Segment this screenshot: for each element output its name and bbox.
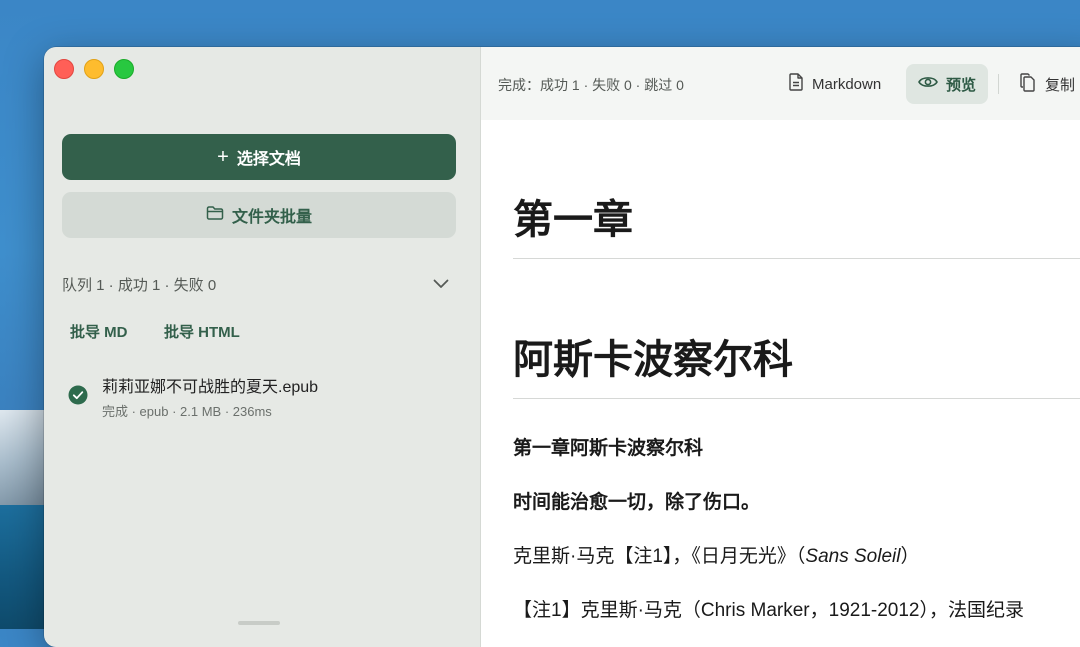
copy-icon xyxy=(1020,72,1037,96)
paragraph: 克里斯·马克【注1】，《日月无光》（Sans Soleil） xyxy=(513,541,919,568)
file-name: 莉莉亚娜不可战胜的夏天.epub xyxy=(102,379,319,396)
close-button[interactable] xyxy=(54,59,74,79)
sidebar: + 选择文档 文件夹批量 队列 1 · 成功 1 · 失败 0 批导 MD 批导… xyxy=(44,47,481,647)
heading-chapter: 第一章 xyxy=(513,198,633,242)
paragraph: 【注1】克里斯·马克（Chris Marker，1921-2012），法国纪录 xyxy=(513,600,1024,621)
select-document-label: 选择文档 xyxy=(236,151,301,168)
heading-title: 阿斯卡波察尔科 xyxy=(513,338,793,382)
check-circle-icon xyxy=(68,385,88,405)
toolbar-divider xyxy=(998,74,999,94)
preview-label: 预览 xyxy=(946,76,977,94)
list-item[interactable]: 莉莉亚娜不可战胜的夏天.epub 完成 · epub · 2.1 MB · 23… xyxy=(68,370,458,420)
paragraph-text: 克里斯·马克【注1】，《日月无光》（ xyxy=(513,546,806,567)
main-panel: 完成：成功 1 · 失败 0 · 跳过 0 Markdown 预览 复制 第一章… xyxy=(481,47,1080,647)
window-controls xyxy=(54,59,134,79)
toolbar: 完成：成功 1 · 失败 0 · 跳过 0 Markdown 预览 复制 xyxy=(481,47,1080,120)
italic-text: Sans Soleil xyxy=(805,546,901,567)
app-window: + 选择文档 文件夹批量 队列 1 · 成功 1 · 失败 0 批导 MD 批导… xyxy=(44,47,1080,647)
folder-icon xyxy=(206,205,224,226)
markdown-tab[interactable]: Markdown xyxy=(777,64,893,104)
select-document-button[interactable]: + 选择文档 xyxy=(62,134,456,180)
minimize-button[interactable] xyxy=(84,59,104,79)
paragraph-bold: 第一章阿斯卡波察尔科 xyxy=(513,438,704,459)
divider xyxy=(513,398,1080,399)
preview-tab[interactable]: 预览 xyxy=(906,64,989,104)
folder-batch-label: 文件夹批量 xyxy=(231,209,312,226)
batch-export-md-button[interactable]: 批导 MD xyxy=(70,321,128,342)
paragraph-bold: 时间能治愈一切，除了伤口。 xyxy=(513,492,761,513)
paragraph-text: ） xyxy=(900,546,920,567)
conversion-status: 完成：成功 1 · 失败 0 · 跳过 0 xyxy=(498,77,684,93)
document-icon xyxy=(789,73,804,95)
copy-label: 复制 xyxy=(1045,76,1076,94)
plus-icon: + xyxy=(217,146,229,168)
chevron-down-icon[interactable] xyxy=(430,273,452,295)
eye-icon xyxy=(918,75,938,93)
folder-batch-button[interactable]: 文件夹批量 xyxy=(62,192,456,238)
queue-summary: 队列 1 · 成功 1 · 失败 0 xyxy=(62,277,217,294)
batch-export-html-button[interactable]: 批导 HTML xyxy=(164,321,240,342)
file-meta: 完成 · epub · 2.1 MB · 236ms xyxy=(102,404,272,419)
markdown-label: Markdown xyxy=(812,75,882,93)
copy-button[interactable]: 复制 xyxy=(1008,64,1080,104)
divider xyxy=(513,258,1080,259)
resize-handle[interactable] xyxy=(238,621,280,625)
zoom-button[interactable] xyxy=(114,59,134,79)
